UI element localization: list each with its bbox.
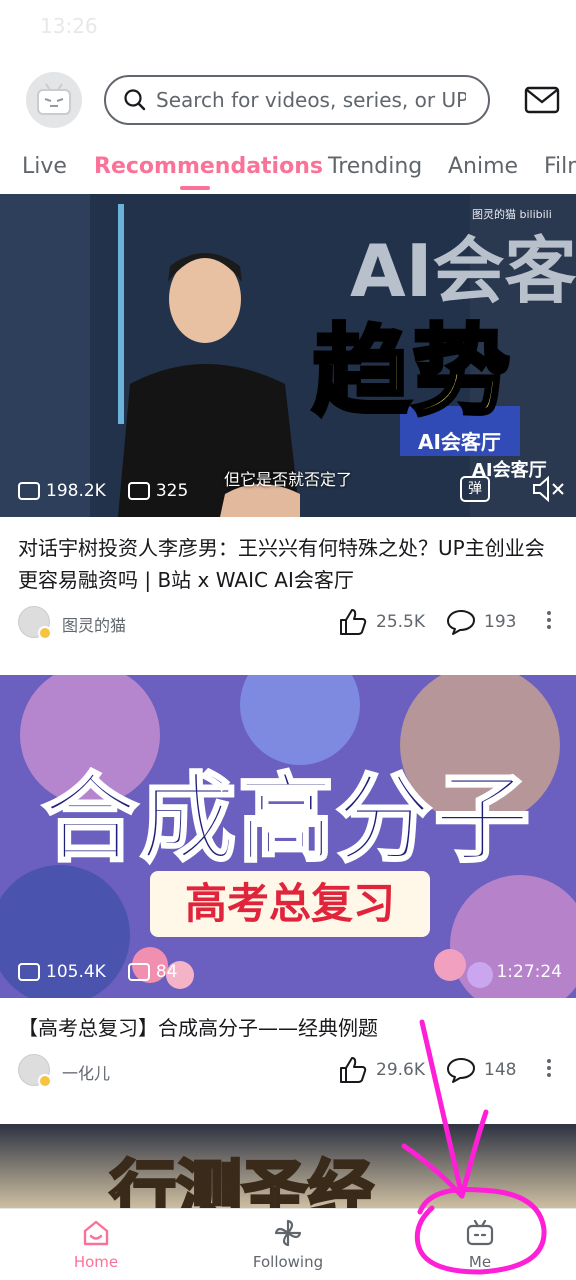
active-tab-indicator <box>180 186 210 190</box>
tab-trending[interactable]: Trending <box>328 154 422 179</box>
play-count-icon <box>18 482 40 500</box>
danmaku-count: 325 <box>155 481 189 501</box>
view-count: 105.4K <box>46 962 106 982</box>
video-thumbnail[interactable]: 行测圣经 判断推理篇 <box>0 1124 576 1214</box>
search-placeholder: Search for videos, series, or UP ... <box>156 88 466 112</box>
nav-home[interactable]: Home <box>36 1217 156 1271</box>
category-tabs: Live Recommendations Trending Anime Film <box>0 150 576 194</box>
user-avatar[interactable] <box>26 72 82 128</box>
comment-icon <box>447 1058 475 1083</box>
uploader-name[interactable]: 图灵的猫 <box>62 612 126 636</box>
like-count: 25.5K <box>376 612 425 632</box>
home-icon <box>83 1220 109 1246</box>
video-duration: 1:27:24 <box>496 962 562 982</box>
video-meta-row: 图灵的猫 25.5K 193 <box>0 604 576 644</box>
comment-count: 193 <box>484 612 517 632</box>
search-bar[interactable]: Search for videos, series, or UP ... <box>104 75 490 125</box>
thumbnail-headline: 合成高分子 <box>41 762 532 877</box>
more-options-icon[interactable] <box>544 1056 554 1082</box>
danmaku-count: 84 <box>155 962 178 982</box>
thumbnail-logo: 图灵的猫 bilibili <box>472 208 552 221</box>
thumbs-up-icon <box>340 609 367 635</box>
comment-button[interactable]: 148 <box>446 1056 516 1084</box>
status-time: 13:26 <box>40 14 98 38</box>
nav-following-label: Following <box>252 1253 324 1271</box>
thumbs-up-icon <box>340 1057 367 1083</box>
tab-live[interactable]: Live <box>22 154 67 179</box>
like-button[interactable]: 25.5K <box>338 608 425 636</box>
thumbnail-sign: AI会客厅 <box>418 430 501 454</box>
video-thumbnail[interactable]: 合成高分子 高考总复习 105.4K 84 1:27:24 <box>0 675 576 998</box>
tab-anime[interactable]: Anime <box>448 154 518 179</box>
nav-me[interactable]: Me <box>420 1217 540 1271</box>
comment-button[interactable]: 193 <box>446 608 516 636</box>
nav-home-label: Home <box>73 1253 119 1271</box>
comment-count: 148 <box>484 1060 517 1080</box>
like-count: 29.6K <box>376 1060 425 1080</box>
tab-film[interactable]: Film <box>544 154 576 179</box>
nav-following[interactable]: Following <box>228 1217 348 1271</box>
tab-recommendations[interactable]: Recommendations <box>94 154 323 179</box>
search-icon <box>124 89 146 111</box>
tv-icon <box>466 1219 494 1246</box>
video-stats: 105.4K 84 <box>18 962 177 982</box>
video-thumbnail[interactable]: AI会客 图灵的猫 bilibili 趋势 AI会客厅 AI会客厅 但它是否就否… <box>0 194 576 517</box>
tv-face-icon <box>37 83 71 115</box>
bottom-navigation: Home Following Me <box>0 1208 576 1280</box>
video-title[interactable]: 【高考总复习】合成高分子——经典例题 <box>18 1012 558 1044</box>
video-title[interactable]: 对话宇树投资人李彦男：王兴兴有何特殊之处？UP主创业会更容易融资吗 | B站 x… <box>18 532 558 596</box>
verified-badge-icon <box>38 626 52 640</box>
verified-badge-icon <box>38 1074 52 1088</box>
play-count-icon <box>18 963 40 981</box>
nav-me-label: Me <box>468 1253 492 1271</box>
status-bar: 13:26 <box>0 0 576 50</box>
thumbnail-subtitle-banner: 高考总复习 <box>150 871 430 937</box>
danmaku-count-icon <box>127 482 150 500</box>
uploader-name[interactable]: 一化儿 <box>62 1060 110 1084</box>
pinwheel-icon <box>274 1219 302 1247</box>
like-button[interactable]: 29.6K <box>338 1056 425 1084</box>
view-count: 198.2K <box>46 481 106 501</box>
comment-icon <box>447 610 475 635</box>
danmaku-count-icon <box>127 963 150 981</box>
app-screen: 13:26 Search for videos, series, or UP .… <box>0 0 576 1280</box>
mail-icon[interactable] <box>524 84 560 116</box>
more-options-icon[interactable] <box>544 608 554 634</box>
thumbnail-subtitle: 但它是否就否定了 <box>224 470 353 489</box>
mute-icon[interactable] <box>530 474 566 504</box>
thumbnail-subtitle: 高考总复习 <box>184 879 395 928</box>
thumbnail-headline: 趋势 <box>310 313 513 431</box>
video-stats: 198.2K 325 <box>18 481 188 501</box>
danmaku-toggle-button[interactable]: 弹 <box>460 476 490 502</box>
video-meta-row: 一化儿 29.6K 148 <box>0 1052 576 1092</box>
